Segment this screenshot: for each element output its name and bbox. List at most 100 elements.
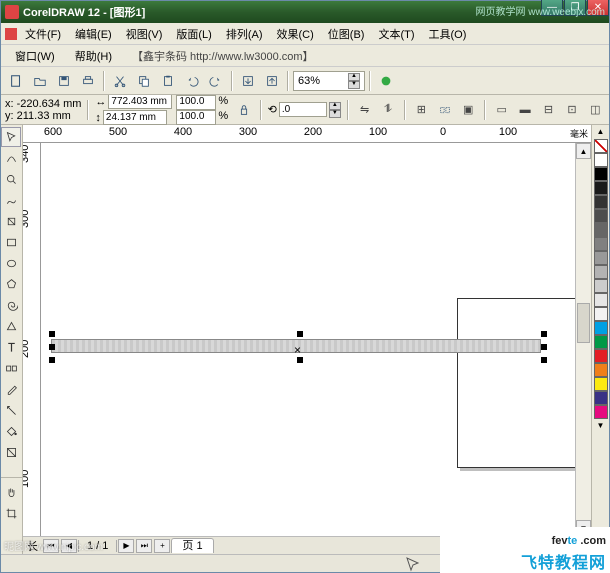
selection-handle[interactable] xyxy=(297,357,303,363)
selection-handle[interactable] xyxy=(541,331,547,337)
selection-handle[interactable] xyxy=(297,331,303,337)
color-swatch[interactable] xyxy=(594,167,608,181)
scroll-thumb[interactable] xyxy=(577,303,590,343)
selection-handle[interactable] xyxy=(49,331,55,337)
color-swatch[interactable] xyxy=(594,223,608,237)
save-button[interactable] xyxy=(53,70,75,92)
fill-tool[interactable] xyxy=(1,421,21,441)
menu-bitmap[interactable]: 位图(B) xyxy=(322,24,371,44)
shape-tool[interactable] xyxy=(1,148,21,168)
export-button[interactable] xyxy=(261,70,283,92)
menu-effects[interactable]: 效果(C) xyxy=(271,24,320,44)
menu-file[interactable]: 文件(F) xyxy=(19,24,67,44)
group-icon[interactable]: ▣ xyxy=(459,99,478,121)
selection-handle[interactable] xyxy=(49,357,55,363)
menu-edit[interactable]: 编辑(E) xyxy=(69,24,118,44)
mirror-v-icon[interactable]: ⥮ xyxy=(378,99,397,121)
import-button[interactable] xyxy=(237,70,259,92)
freehand-tool[interactable] xyxy=(1,190,21,210)
open-button[interactable] xyxy=(29,70,51,92)
redo-button[interactable] xyxy=(205,70,227,92)
lock-ratio-icon[interactable] xyxy=(234,99,253,121)
to-back-icon[interactable]: ▬ xyxy=(515,99,534,121)
palette-up-button[interactable]: ▲ xyxy=(597,127,605,139)
color-swatch[interactable] xyxy=(594,391,608,405)
pan-tool[interactable] xyxy=(1,482,21,502)
scroll-up-button[interactable]: ▲ xyxy=(576,143,591,159)
outline-tool[interactable] xyxy=(1,400,21,420)
last-page-button[interactable]: ⏭ xyxy=(136,539,152,553)
menu-window[interactable]: 窗口(W) xyxy=(9,46,61,66)
menu-layout[interactable]: 版面(L) xyxy=(170,24,217,44)
color-swatch[interactable] xyxy=(594,405,608,419)
next-page-button[interactable]: ▶ xyxy=(118,539,134,553)
pick-tool[interactable] xyxy=(1,127,21,147)
wrap-icon[interactable] xyxy=(435,99,454,121)
color-swatch[interactable] xyxy=(594,349,608,363)
vertical-ruler[interactable]: 340 300 200 100 xyxy=(23,143,41,536)
spiral-tool[interactable] xyxy=(1,295,21,315)
ungroup-icon[interactable]: ⊟ xyxy=(539,99,558,121)
to-front-icon[interactable]: ▭ xyxy=(492,99,511,121)
color-swatch[interactable] xyxy=(594,153,608,167)
color-swatch[interactable] xyxy=(594,209,608,223)
menu-tools[interactable]: 工具(O) xyxy=(423,24,473,44)
rectangle-tool[interactable] xyxy=(1,232,21,252)
zoom-level-input[interactable]: 63% ▲▼ xyxy=(293,71,365,91)
combine-icon[interactable]: ⊡ xyxy=(562,99,581,121)
zoom-spinner[interactable]: ▲▼ xyxy=(348,73,360,89)
rotation-spinner[interactable]: ▲▼ xyxy=(329,102,341,118)
width-input[interactable]: 772.403 mm xyxy=(108,94,172,109)
smart-draw-tool[interactable] xyxy=(1,211,21,231)
text-tool[interactable] xyxy=(1,337,21,357)
interactive-fill-tool[interactable] xyxy=(1,442,21,462)
drawing-canvas[interactable]: × xyxy=(41,143,575,536)
vertical-scrollbar[interactable]: ▲ ▼ xyxy=(575,143,591,536)
new-button[interactable] xyxy=(5,70,27,92)
app-launcher-icon[interactable] xyxy=(375,70,397,92)
color-swatch[interactable] xyxy=(594,307,608,321)
polygon-tool[interactable] xyxy=(1,274,21,294)
color-swatch[interactable] xyxy=(594,237,608,251)
mirror-h-icon[interactable]: ⇋ xyxy=(355,99,374,121)
crop-tool[interactable] xyxy=(1,503,21,523)
color-swatch[interactable] xyxy=(594,293,608,307)
color-swatch[interactable] xyxy=(594,251,608,265)
rotation-input[interactable]: .0 xyxy=(279,102,327,117)
eyedropper-tool[interactable] xyxy=(1,379,21,399)
color-swatch[interactable] xyxy=(594,279,608,293)
selection-handle[interactable] xyxy=(541,344,547,350)
color-swatch[interactable] xyxy=(594,363,608,377)
palette-down-button[interactable]: ▼ xyxy=(597,421,605,433)
zoom-tool[interactable] xyxy=(1,169,21,189)
color-swatch[interactable] xyxy=(594,181,608,195)
ellipse-tool[interactable] xyxy=(1,253,21,273)
break-icon[interactable]: ◫ xyxy=(586,99,605,121)
undo-button[interactable] xyxy=(181,70,203,92)
swatch-none[interactable] xyxy=(594,139,608,153)
height-input[interactable]: 24.137 mm xyxy=(103,110,167,125)
selection-handle[interactable] xyxy=(541,357,547,363)
paste-button[interactable] xyxy=(157,70,179,92)
blend-tool[interactable] xyxy=(1,358,21,378)
cut-button[interactable] xyxy=(109,70,131,92)
color-swatch[interactable] xyxy=(594,377,608,391)
color-swatch[interactable] xyxy=(594,321,608,335)
menu-help[interactable]: 帮助(H) xyxy=(69,46,118,66)
snap-icon[interactable]: ⊞ xyxy=(412,99,431,121)
menu-text[interactable]: 文本(T) xyxy=(372,24,420,44)
selection-handle[interactable] xyxy=(49,344,55,350)
menu-arrange[interactable]: 排列(A) xyxy=(220,24,269,44)
horizontal-ruler[interactable]: 毫米 600 500 400 300 200 100 0 100 xyxy=(23,125,591,143)
color-swatch[interactable] xyxy=(594,265,608,279)
basic-shapes-tool[interactable] xyxy=(1,316,21,336)
page-tab[interactable]: 页 1 xyxy=(171,538,213,553)
copy-button[interactable] xyxy=(133,70,155,92)
color-swatch[interactable] xyxy=(594,195,608,209)
scale-x-input[interactable]: 100.0 xyxy=(176,95,216,110)
menu-view[interactable]: 视图(V) xyxy=(120,24,169,44)
color-swatch[interactable] xyxy=(594,335,608,349)
print-button[interactable] xyxy=(77,70,99,92)
add-page-button[interactable]: + xyxy=(154,539,170,553)
scale-y-input[interactable]: 100.0 xyxy=(176,110,216,125)
